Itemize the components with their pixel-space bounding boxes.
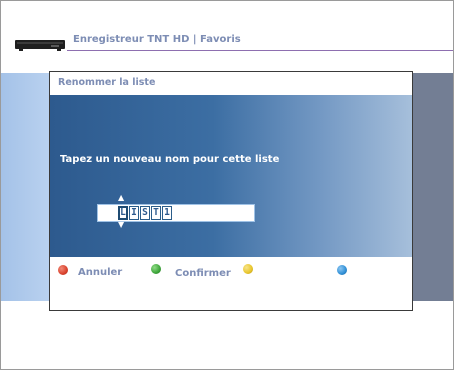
yellow-button-icon[interactable] — [243, 264, 253, 274]
character-slots: L I S T 1 — [118, 206, 173, 220]
background-panel-right — [413, 73, 453, 301]
char-slot[interactable]: 1 — [162, 206, 172, 220]
blue-button-icon[interactable] — [337, 265, 347, 275]
green-button-icon[interactable] — [151, 264, 161, 274]
dialog-body: Tapez un nouveau nom pour cette liste ▲ … — [50, 95, 412, 257]
background-panel-left — [1, 73, 49, 301]
rename-prompt: Tapez un nouveau nom pour cette liste — [60, 154, 280, 165]
tv-screen: Enregistreur TNT HD | Favoris Renommer l… — [0, 0, 454, 370]
rename-list-dialog: Renommer la liste Tapez un nouveau nom p… — [49, 71, 413, 311]
set-top-box-icon — [15, 40, 65, 51]
char-slot[interactable]: I — [129, 206, 139, 220]
red-button-icon[interactable] — [58, 265, 68, 275]
char-slot[interactable]: S — [140, 206, 150, 220]
dialog-footer: Annuler Confirmer — [50, 257, 412, 310]
confirm-button[interactable]: Confirmer — [175, 268, 231, 279]
char-slot[interactable]: T — [151, 206, 161, 220]
header-divider — [67, 50, 453, 51]
char-up-arrow-icon[interactable]: ▲ — [118, 194, 124, 202]
cancel-button[interactable]: Annuler — [78, 267, 122, 278]
char-slot[interactable]: L — [118, 206, 128, 220]
char-down-arrow-icon[interactable]: ▼ — [118, 221, 124, 229]
dialog-title: Renommer la liste — [58, 77, 156, 88]
page-title: Enregistreur TNT HD | Favoris — [73, 34, 241, 45]
header: Enregistreur TNT HD | Favoris — [1, 1, 453, 61]
